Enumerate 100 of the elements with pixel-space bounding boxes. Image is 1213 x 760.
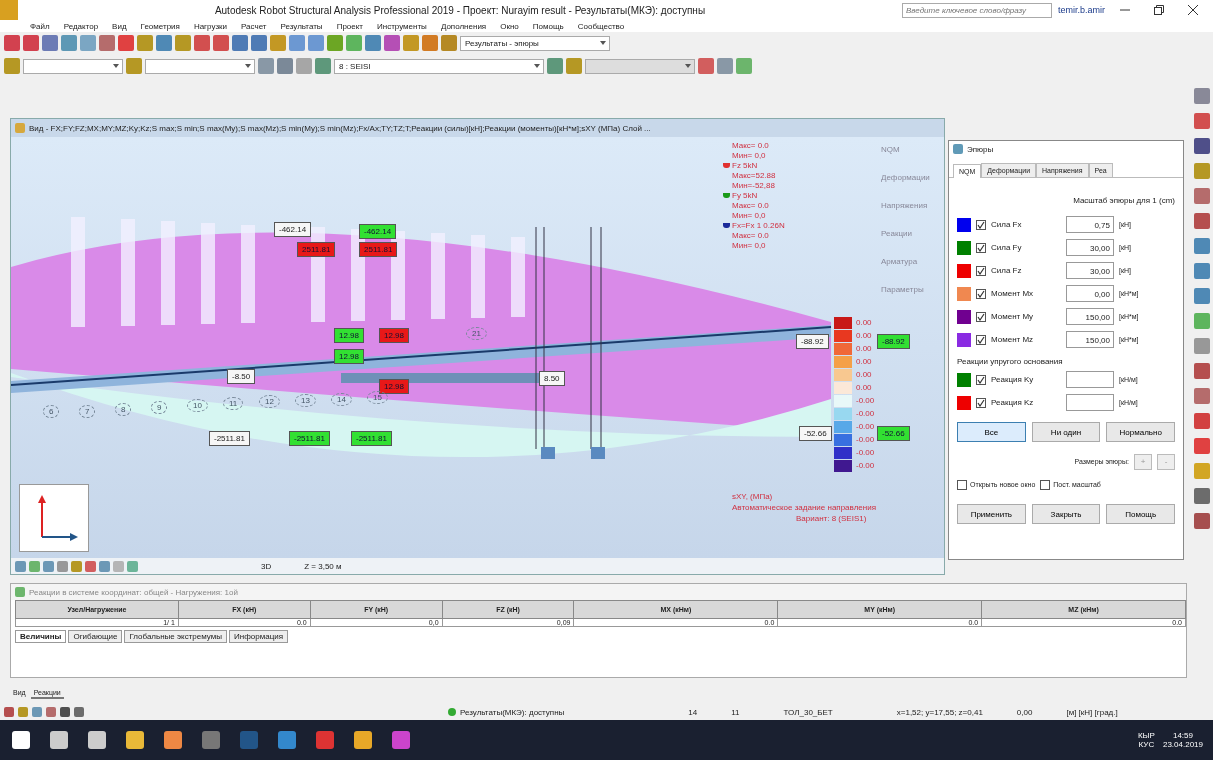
select-button[interactable]: Нормально [1106, 422, 1175, 442]
caret-icon[interactable] [534, 64, 540, 68]
side-toolbar-icon[interactable] [1194, 288, 1210, 304]
toolbar-icon[interactable] [365, 35, 381, 51]
clock-date[interactable]: 23.04.2019 [1162, 740, 1203, 749]
menu-item[interactable]: Дополнения [440, 21, 487, 31]
toolbar-icon[interactable] [175, 35, 191, 51]
side-toolbar-icon[interactable] [1194, 488, 1210, 504]
toolbar-icon[interactable] [194, 35, 210, 51]
side-toolbar-icon[interactable] [1194, 463, 1210, 479]
toolbar-icon[interactable] [270, 35, 286, 51]
tab[interactable]: Величины [15, 630, 67, 643]
side-toolbar-icon[interactable] [1194, 438, 1210, 454]
toolbar-icon[interactable] [346, 35, 362, 51]
dialog-button[interactable]: Закрыть [1031, 504, 1101, 524]
menu-item[interactable]: Редактор [63, 21, 99, 31]
menu-item[interactable]: Помощь [532, 21, 564, 31]
view-tool-icon[interactable] [29, 560, 40, 572]
side-toolbar-icon[interactable] [1194, 213, 1210, 229]
dialog-button[interactable]: Помощь [1106, 504, 1175, 524]
restore-icon[interactable] [1154, 5, 1164, 15]
dialog-button[interactable]: Применить [957, 504, 1026, 524]
view-tool-icon[interactable] [99, 560, 110, 572]
toolbar-icon[interactable] [315, 58, 331, 74]
side-toolbar-icon[interactable] [1194, 413, 1210, 429]
taskbar-icon[interactable] [392, 731, 410, 749]
checkbox[interactable] [957, 479, 967, 490]
user-name[interactable]: temir.b.amir [1058, 5, 1105, 15]
select-button[interactable]: Все [957, 422, 1026, 442]
toolbar-icon[interactable] [289, 35, 305, 51]
menu-item[interactable]: Проект [336, 21, 363, 31]
scale-field[interactable]: 0,75 [1066, 216, 1114, 233]
close-icon[interactable] [1188, 5, 1198, 15]
view-mode[interactable]: 3D [261, 561, 272, 571]
taskbar-icon[interactable] [202, 731, 220, 749]
scale-field[interactable]: 30,00 [1066, 239, 1114, 256]
side-toolbar-icon[interactable] [1194, 163, 1210, 179]
caret-icon[interactable] [113, 64, 119, 68]
view-tool-icon[interactable] [85, 560, 96, 572]
taskbar-icon[interactable] [12, 731, 30, 749]
tab[interactable]: Огибающие [68, 630, 123, 643]
toolbar-icon[interactable] [232, 35, 248, 51]
toolbar-icon[interactable] [327, 35, 343, 51]
scale-field[interactable]: 150,00 [1066, 331, 1114, 348]
taskbar-icon[interactable] [164, 731, 182, 749]
toolbar-icon[interactable] [422, 35, 438, 51]
checkbox[interactable] [1040, 479, 1051, 490]
checkbox[interactable] [976, 242, 986, 253]
view-tool-icon[interactable] [71, 560, 82, 572]
side-toolbar-icon[interactable] [1194, 238, 1210, 254]
taskbar-icon[interactable] [316, 731, 334, 749]
caret-icon[interactable] [245, 64, 251, 68]
layout-dropdown[interactable]: Результаты - эпюры [460, 35, 610, 51]
app-logo-icon[interactable] [0, 0, 18, 20]
view-tool-icon[interactable] [43, 560, 54, 572]
side-toolbar-icon[interactable] [1194, 138, 1210, 154]
checkbox[interactable] [976, 219, 986, 230]
caret-icon[interactable] [685, 64, 691, 68]
menu-item[interactable]: Результаты [280, 21, 323, 31]
side-toolbar-icon[interactable] [1194, 513, 1210, 529]
checkbox[interactable] [976, 288, 986, 299]
scale-field[interactable]: 150,00 [1066, 308, 1114, 325]
language-indicator[interactable]: КЫР [1137, 731, 1155, 740]
toolbar-icon[interactable] [403, 35, 419, 51]
toolbar-icon[interactable] [4, 35, 20, 51]
toolbar-icon[interactable] [277, 58, 293, 74]
taskbar-icon[interactable] [278, 731, 296, 749]
menu-item[interactable]: Файл [30, 21, 50, 31]
toolbar-icon[interactable] [42, 35, 58, 51]
scale-field[interactable]: 30,00 [1066, 262, 1114, 279]
menu-item[interactable]: Инструменты [377, 21, 427, 31]
scale-field[interactable] [1066, 371, 1114, 388]
checkbox[interactable] [976, 397, 986, 408]
toolbar-icon[interactable] [213, 35, 229, 51]
taskbar-icon[interactable] [240, 731, 258, 749]
tab[interactable]: Глобальные экстремумы [124, 630, 228, 643]
menu-item[interactable]: Геометрия [140, 21, 180, 31]
checkbox[interactable] [976, 374, 986, 385]
side-toolbar-icon[interactable] [1194, 388, 1210, 404]
toolbar-icon[interactable] [251, 35, 267, 51]
view-tool-icon[interactable] [113, 560, 124, 572]
side-toolbar-icon[interactable] [1194, 338, 1210, 354]
select-button[interactable]: Ни один [1031, 422, 1101, 442]
toolbar-icon[interactable] [118, 35, 134, 51]
menu-item[interactable]: Вид [112, 21, 127, 31]
side-toolbar-icon[interactable] [1194, 313, 1210, 329]
load-case-dropdown[interactable]: 8 : SEISI [334, 58, 544, 74]
toolbar-icon[interactable] [308, 35, 324, 51]
checkbox[interactable] [976, 311, 986, 322]
toolbar-icon[interactable] [717, 58, 733, 74]
layout-indicator[interactable]: КУС [1137, 740, 1155, 749]
toolbar-icon[interactable] [126, 58, 142, 74]
toolbar-icon[interactable] [441, 35, 457, 51]
menu-item[interactable]: Нагрузки [193, 21, 228, 31]
menu-item[interactable]: Окно [500, 21, 519, 31]
toolbar-icon[interactable] [296, 58, 312, 74]
toolbar-icon[interactable] [80, 35, 96, 51]
scale-field[interactable]: 0,00 [1066, 285, 1114, 302]
taskbar-icon[interactable] [88, 731, 106, 749]
toolbar-icon[interactable] [23, 35, 39, 51]
